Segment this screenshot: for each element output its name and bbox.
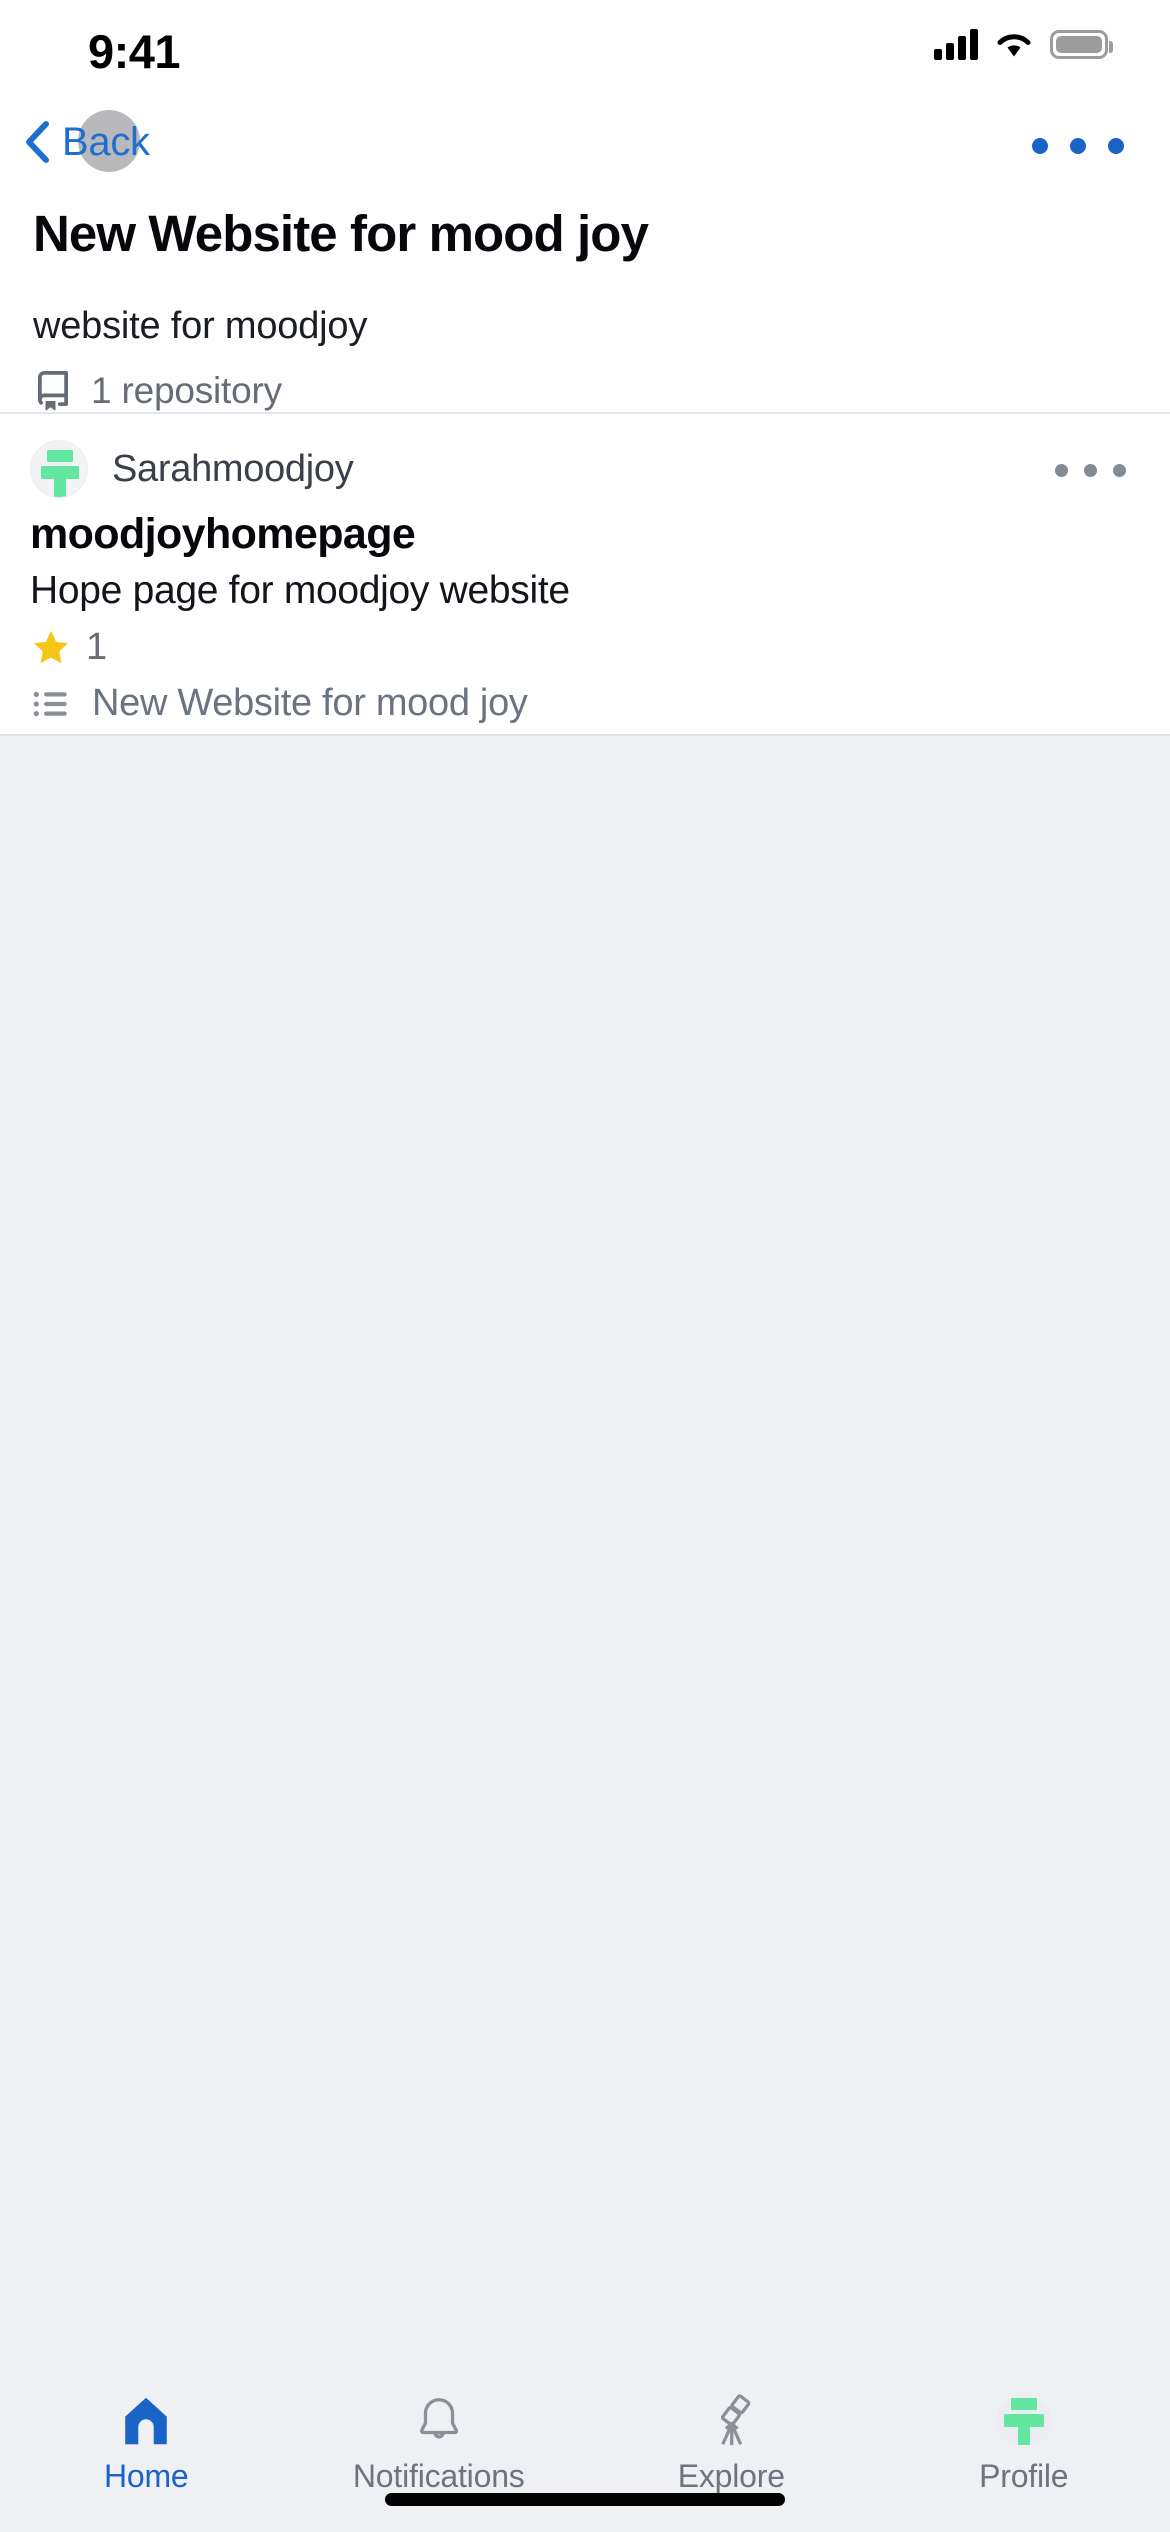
tab-profile[interactable]: Profile (878, 2376, 1170, 2532)
wifi-icon (997, 34, 1031, 57)
navigation-bar: Back (0, 94, 1170, 190)
profile-avatar-icon (995, 2390, 1053, 2452)
repository-count-label: 1 repository (91, 370, 282, 411)
status-bar-indicators (934, 28, 1113, 60)
tab-explore[interactable]: Explore (585, 2376, 878, 2532)
chevron-left-icon (26, 121, 49, 163)
tab-home[interactable]: Home (0, 2376, 293, 2532)
repository-stars: 1 (30, 626, 107, 669)
user-avatar-icon (30, 440, 88, 498)
tab-profile-label: Profile (979, 2458, 1069, 2494)
content-empty-area (0, 736, 1170, 2376)
tab-bar: Home Notifications Explore Profile (0, 2376, 1170, 2532)
repository-project-link[interactable]: New Website for mood joy (30, 682, 528, 725)
back-button-label: Back (62, 119, 150, 164)
tab-notifications-label: Notifications (352, 2458, 525, 2494)
home-icon (116, 2390, 176, 2452)
project-repository-count[interactable]: 1 repository (33, 370, 282, 412)
status-bar: 9:41 (0, 0, 1170, 94)
project-description: website for moodjoy (33, 305, 368, 347)
app-screen: 9:41 Back New Website for mood joy websi… (0, 0, 1170, 2532)
back-button[interactable]: Back (22, 110, 160, 174)
more-horizontal-icon[interactable] (1024, 124, 1132, 168)
repository-card[interactable]: Sarahmoodjoy moodjoyhomepage Hope page f… (0, 414, 1170, 736)
tab-notifications[interactable]: Notifications (293, 2376, 586, 2532)
star-count: 1 (86, 626, 108, 668)
battery-full-icon (1050, 29, 1113, 59)
tab-home-label: Home (103, 2458, 189, 2494)
project-header: New Website for mood joy website for moo… (0, 190, 1170, 414)
project-list-icon (33, 691, 67, 716)
status-bar-time: 9:41 (88, 25, 181, 78)
home-indicator-bar[interactable] (385, 2493, 785, 2506)
tab-explore-label: Explore (677, 2458, 785, 2494)
cellular-signal-icon (934, 28, 978, 60)
repository-owner[interactable]: Sarahmoodjoy (30, 440, 354, 498)
owner-name: Sarahmoodjoy (112, 447, 354, 490)
repository-description: Hope page for moodjoy website (30, 569, 570, 612)
repository-more-horizontal-icon[interactable] (1049, 450, 1132, 491)
repository-project-label: New Website for mood joy (92, 682, 528, 724)
page-title: New Website for mood joy (33, 205, 649, 262)
bell-icon (410, 2390, 468, 2452)
repository-icon (37, 371, 68, 411)
telescope-icon (701, 2390, 761, 2452)
star-icon (34, 630, 68, 663)
repository-name[interactable]: moodjoyhomepage (30, 510, 416, 559)
